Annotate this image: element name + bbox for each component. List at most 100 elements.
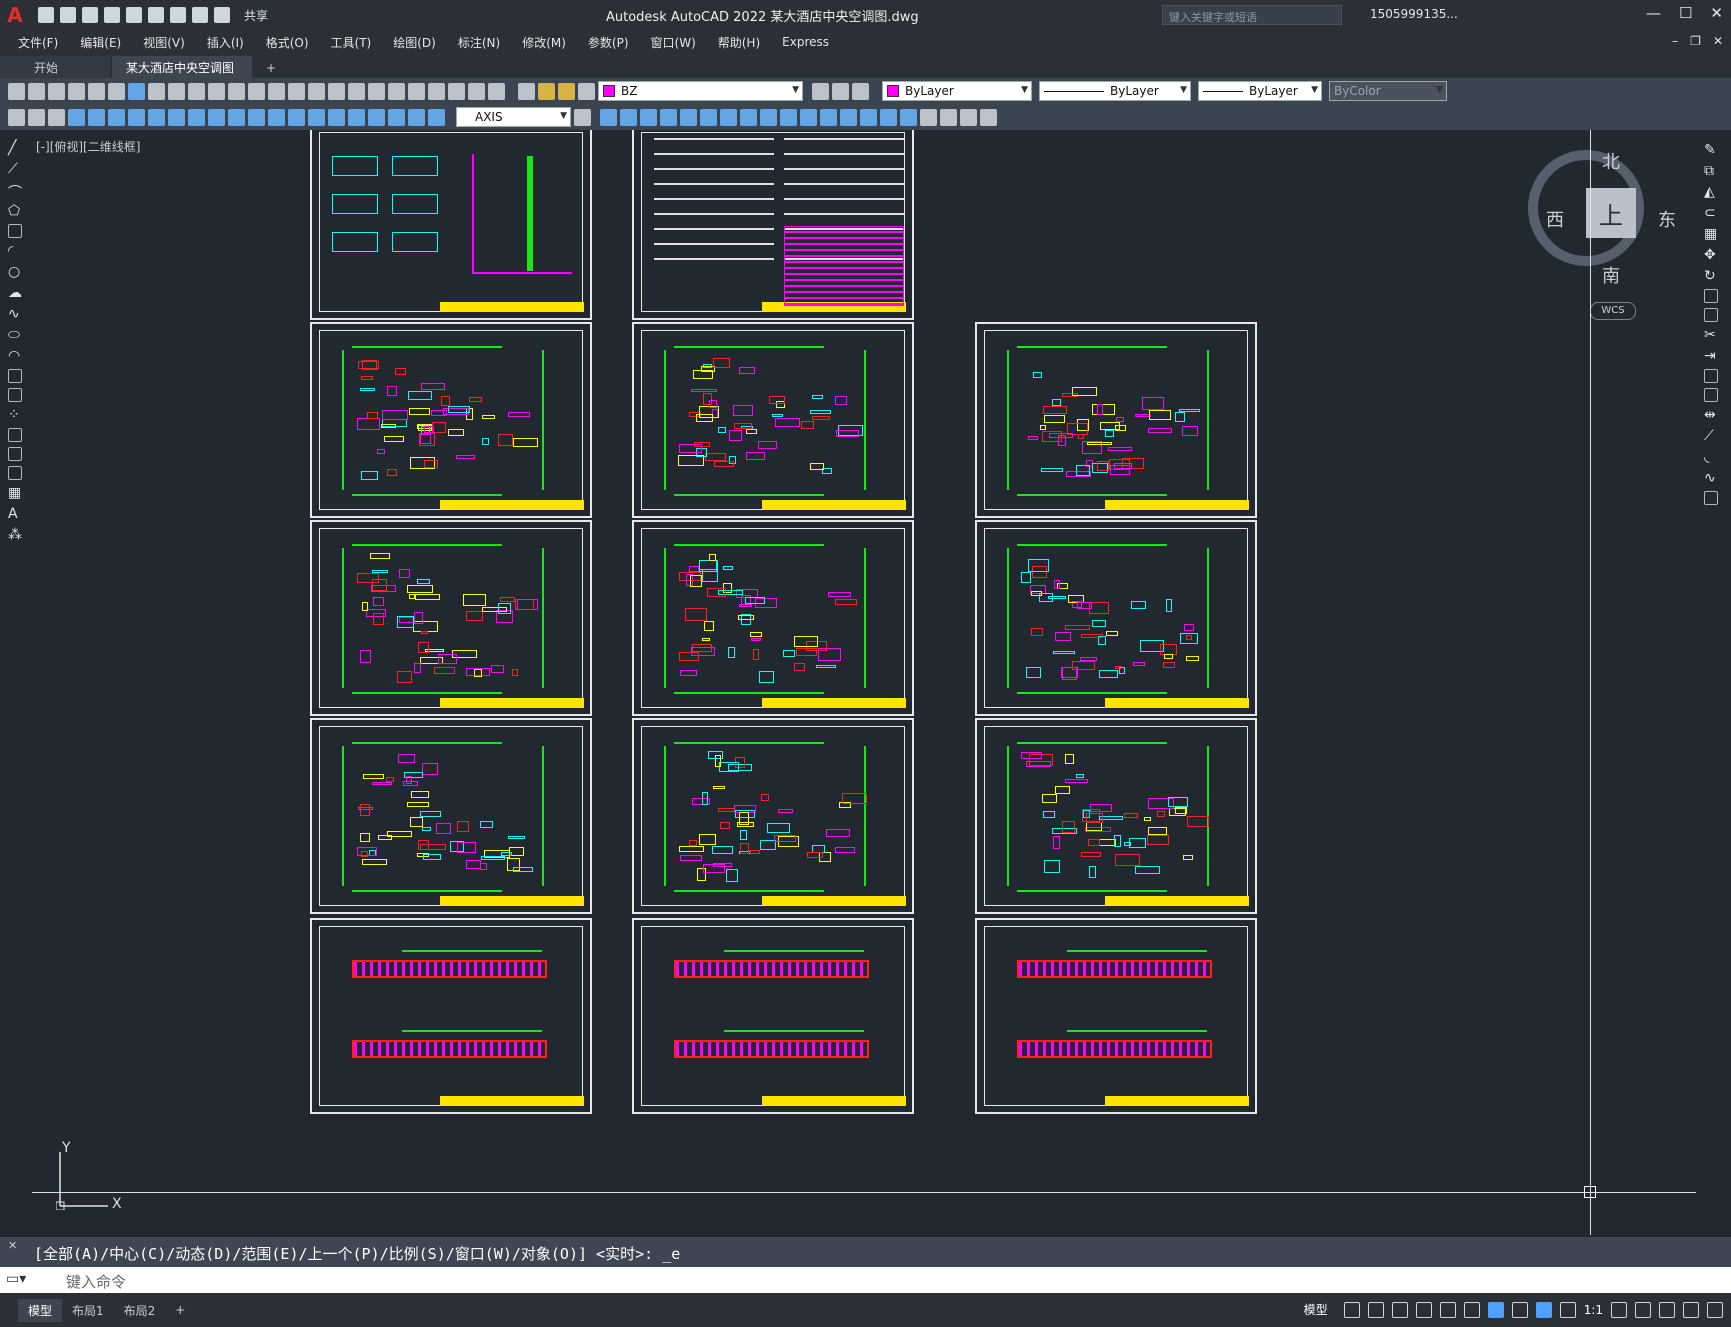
tool-palettes-icon[interactable] bbox=[408, 82, 425, 100]
menu-help[interactable]: 帮助(H) bbox=[718, 34, 760, 51]
compass-south[interactable]: 南 bbox=[1602, 262, 1620, 288]
revision-cloud-icon[interactable]: ☁ bbox=[8, 285, 22, 301]
copy-icon[interactable]: ⧉ bbox=[1704, 163, 1718, 179]
erase-icon[interactable] bbox=[600, 108, 617, 126]
radius-icon[interactable] bbox=[148, 108, 165, 126]
scale-icon[interactable] bbox=[740, 108, 757, 126]
layer-on-icon[interactable] bbox=[538, 82, 555, 100]
drawing-sheet[interactable] bbox=[310, 718, 592, 914]
move-icon[interactable] bbox=[700, 108, 717, 126]
rotate-icon[interactable]: ↻ bbox=[1704, 268, 1718, 284]
angular-icon[interactable] bbox=[208, 108, 225, 126]
ellipse-icon[interactable]: ⬭ bbox=[8, 327, 22, 343]
plot-icon[interactable] bbox=[170, 7, 186, 23]
jogged-icon[interactable] bbox=[168, 108, 185, 126]
compass-north[interactable]: 北 bbox=[1602, 148, 1620, 174]
design-center-icon[interactable] bbox=[388, 82, 405, 100]
rectangle-icon[interactable] bbox=[8, 224, 22, 238]
pan-icon[interactable] bbox=[288, 82, 305, 100]
drawing-sheet[interactable] bbox=[632, 718, 914, 914]
mtext-icon[interactable]: A bbox=[8, 506, 22, 522]
baseline-icon[interactable] bbox=[248, 108, 265, 126]
copy-icon[interactable] bbox=[168, 82, 185, 100]
calculator-icon[interactable] bbox=[468, 82, 485, 100]
line-icon[interactable]: ╱ bbox=[8, 140, 22, 156]
drawing-sheet[interactable] bbox=[632, 322, 914, 518]
trim-icon[interactable]: ✂ bbox=[1704, 327, 1718, 343]
explode-icon[interactable] bbox=[900, 108, 917, 126]
new-icon[interactable] bbox=[38, 7, 54, 23]
markup-icon[interactable] bbox=[448, 82, 465, 100]
auto-scale-icon[interactable] bbox=[1559, 1301, 1576, 1318]
lineweight-icon[interactable] bbox=[1511, 1301, 1528, 1318]
fillet-icon[interactable]: ◟ bbox=[1704, 449, 1718, 465]
menu-edit[interactable]: 编辑(E) bbox=[80, 34, 121, 51]
continue-icon[interactable] bbox=[268, 108, 285, 126]
linetype-dropdown[interactable]: ByLayer ▼ bbox=[1039, 81, 1191, 101]
layer-dropdown[interactable]: BZ ▼ bbox=[598, 81, 803, 101]
app-menu-button[interactable]: A bbox=[0, 0, 30, 30]
undo-icon[interactable] bbox=[248, 82, 265, 100]
minimize-icon[interactable]: — bbox=[1646, 4, 1661, 22]
compass-west[interactable]: 西 bbox=[1546, 206, 1564, 232]
model-space-button[interactable]: 模型 bbox=[1304, 1301, 1328, 1318]
menu-parametric[interactable]: 参数(P) bbox=[588, 34, 629, 51]
draworder-icon[interactable] bbox=[8, 108, 25, 126]
inspection-icon[interactable] bbox=[368, 108, 385, 126]
spline-icon[interactable]: ∿ bbox=[8, 306, 22, 322]
drawing-sheet[interactable] bbox=[632, 520, 914, 716]
extend-icon[interactable] bbox=[800, 108, 817, 126]
maximize-icon[interactable]: ☐ bbox=[1679, 4, 1692, 22]
region-icon[interactable] bbox=[8, 466, 22, 480]
construction-line-icon[interactable]: ⟋ bbox=[8, 161, 22, 177]
add-layout-button[interactable]: + bbox=[165, 1300, 195, 1320]
ellipse-arc-icon[interactable]: ◠ bbox=[8, 348, 22, 364]
help-icon[interactable] bbox=[488, 82, 505, 100]
mirror-icon[interactable] bbox=[640, 108, 657, 126]
dim-space-icon[interactable] bbox=[288, 108, 305, 126]
doc-minimize-icon[interactable]: – bbox=[1672, 34, 1678, 48]
hatch-icon[interactable] bbox=[8, 428, 22, 442]
doc-close-icon[interactable]: ✕ bbox=[1713, 34, 1723, 48]
join-icon[interactable]: ⇹ bbox=[1704, 407, 1718, 423]
user-account[interactable]: 1505999135... bbox=[1370, 7, 1458, 21]
match-properties-icon[interactable] bbox=[208, 82, 225, 100]
dim-edit-icon[interactable] bbox=[408, 108, 425, 126]
menu-express[interactable]: Express bbox=[782, 35, 829, 49]
open-web-icon[interactable] bbox=[126, 7, 142, 23]
dimstyle-dropdown[interactable]: AXIS ▼ bbox=[456, 107, 571, 127]
quick-dim-icon[interactable] bbox=[228, 108, 245, 126]
publish-icon[interactable] bbox=[108, 82, 125, 100]
menu-tools[interactable]: 工具(T) bbox=[331, 34, 372, 51]
grid-icon[interactable] bbox=[1343, 1301, 1360, 1318]
dim-break-icon[interactable] bbox=[308, 108, 325, 126]
polygon-icon[interactable]: ⬠ bbox=[8, 203, 22, 219]
linear-dim-icon[interactable] bbox=[68, 108, 85, 126]
snap-icon[interactable] bbox=[1367, 1301, 1384, 1318]
paste-icon[interactable] bbox=[188, 82, 205, 100]
plot-icon[interactable] bbox=[68, 82, 85, 100]
table-icon[interactable] bbox=[980, 108, 997, 126]
point-icon[interactable]: ⁘ bbox=[8, 407, 22, 423]
explode-icon[interactable] bbox=[1704, 491, 1718, 505]
fillet-icon[interactable] bbox=[880, 108, 897, 126]
command-line[interactable]: ▭▾ 键入命令 bbox=[0, 1267, 1731, 1293]
extend-icon[interactable]: ⇥ bbox=[1704, 348, 1718, 364]
drawing-sheet[interactable] bbox=[310, 918, 592, 1114]
erase-icon[interactable]: ✎ bbox=[1704, 142, 1718, 158]
tolerance-icon[interactable] bbox=[328, 108, 345, 126]
arc-length-icon[interactable] bbox=[108, 108, 125, 126]
move-icon[interactable]: ✥ bbox=[1704, 247, 1718, 263]
array-icon[interactable]: ▦ bbox=[1704, 226, 1718, 242]
menu-file[interactable]: 文件(F) bbox=[18, 34, 58, 51]
menu-modify[interactable]: 修改(M) bbox=[522, 34, 566, 51]
insert-block-icon[interactable] bbox=[8, 369, 22, 383]
3d-print-icon[interactable] bbox=[128, 82, 145, 100]
aligned-dim-icon[interactable] bbox=[88, 108, 105, 126]
drawing-sheet[interactable] bbox=[975, 918, 1257, 1114]
viewport-controls[interactable]: [-][俯视][二维线框] bbox=[36, 138, 140, 155]
chamfer-icon[interactable]: ⟋ bbox=[1704, 428, 1718, 444]
save-icon[interactable] bbox=[48, 82, 65, 100]
drawing-canvas[interactable]: [-][俯视][二维线框] bbox=[32, 130, 1696, 1235]
break-icon[interactable] bbox=[820, 108, 837, 126]
